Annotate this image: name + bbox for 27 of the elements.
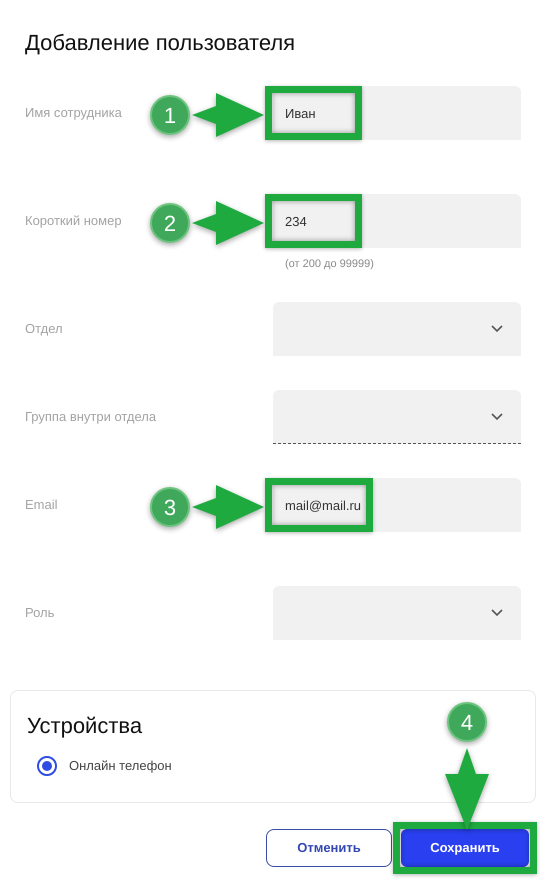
step-number-badge: 2 xyxy=(150,203,190,243)
select-field[interactable] xyxy=(273,390,521,444)
field-label: Группа внутри отдела xyxy=(25,408,156,426)
cancel-button[interactable]: Отменить xyxy=(266,829,392,867)
chevron-down-icon xyxy=(491,325,503,333)
section-title: Устройства xyxy=(27,712,142,740)
radio-button[interactable] xyxy=(37,756,57,776)
field-label: Имя сотрудника xyxy=(25,104,122,122)
field-hint: (от 200 до 99999) xyxy=(285,257,375,272)
select-field[interactable] xyxy=(273,586,521,640)
step-number-badge: 1 xyxy=(150,95,190,135)
arrow-right-icon xyxy=(192,201,264,245)
save-button[interactable]: Сохранить xyxy=(401,829,529,867)
chevron-down-icon xyxy=(491,609,503,617)
field-label: Короткий номер xyxy=(25,212,122,230)
field-label: Отдел xyxy=(25,320,63,338)
step-number-badge: 3 xyxy=(150,487,190,527)
page-title: Добавление пользователя xyxy=(24,29,296,57)
radio-label: Онлайн телефон xyxy=(69,757,172,776)
arrow-right-icon xyxy=(192,485,264,529)
arrow-down-icon xyxy=(445,748,489,830)
chevron-down-icon xyxy=(491,412,503,420)
arrow-right-icon xyxy=(192,93,264,137)
step-number-badge: 4 xyxy=(447,702,487,742)
field-label: Email xyxy=(25,496,58,514)
select-field[interactable] xyxy=(273,302,521,356)
field-label: Роль xyxy=(25,604,54,622)
